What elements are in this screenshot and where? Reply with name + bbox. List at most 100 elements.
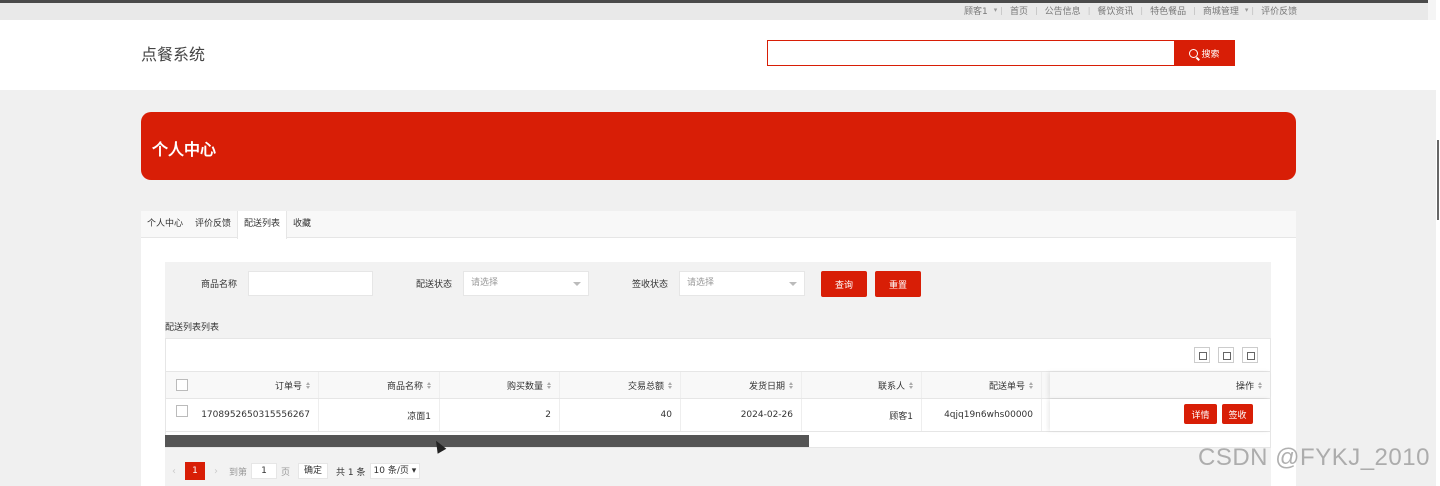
total-count: 共 1 条: [336, 467, 366, 478]
col-actions-label: 操作: [1235, 381, 1254, 392]
page-title: 个人中心: [152, 140, 217, 159]
topnav-notice[interactable]: 公告信息: [1041, 4, 1085, 17]
sort-icon[interactable]: [427, 381, 431, 389]
col-ship-date[interactable]: 发货日期: [681, 372, 802, 398]
cell-delivery-no: 4qjq19n6whs00000: [922, 399, 1042, 431]
window-right-edge: [1436, 0, 1440, 486]
horizontal-scrollbar[interactable]: [165, 435, 809, 447]
col-contact-label: 联系人: [877, 381, 905, 392]
topnav-feedback[interactable]: 评价反馈: [1257, 4, 1301, 17]
cell-quantity: 2: [440, 399, 560, 431]
delivery-table: 订单号 商品名称 购买数量 交易总额 发货日期 联系人 配送单号 操作 1708…: [165, 338, 1271, 448]
query-button[interactable]: 查询: [821, 271, 867, 297]
pagination: ‹ 1 › 到第 1 页 确定 共 1 条 10 条/页 ▾: [165, 462, 421, 480]
divider: |: [1251, 5, 1255, 15]
detail-button[interactable]: 详情: [1184, 404, 1217, 424]
sign-status-select[interactable]: 请选择: [679, 271, 805, 296]
col-product-name[interactable]: 商品名称: [319, 372, 440, 398]
sort-icon[interactable]: [1258, 381, 1262, 389]
col-delivery-no[interactable]: 配送单号: [922, 372, 1042, 398]
sort-icon[interactable]: [668, 381, 672, 389]
col-order-no[interactable]: 订单号: [198, 372, 319, 398]
sort-icon[interactable]: [909, 381, 913, 389]
page-size-value: 10 条/页: [373, 466, 409, 476]
site-logo[interactable]: 点餐系统: [141, 41, 205, 65]
main-panel: 个人中心 评价反馈 配送列表 收藏 商品名称 配送状态 请选择 签收状态 请选择…: [141, 211, 1296, 486]
select-all-checkbox[interactable]: [176, 379, 188, 391]
cell-ship-date: 2024-02-26: [681, 399, 802, 431]
table-header: 订单号 商品名称 购买数量 交易总额 发货日期 联系人 配送单号 操作: [166, 372, 1270, 399]
sort-icon[interactable]: [789, 381, 793, 389]
watermark: CSDN @FYKJ_2010: [1198, 444, 1430, 471]
goto-confirm-button[interactable]: 确定: [298, 463, 329, 479]
sign-status-value: 请选择: [687, 278, 715, 288]
row-checkbox[interactable]: [176, 405, 188, 417]
next-page-icon[interactable]: ›: [207, 466, 225, 477]
divider: |: [1140, 5, 1144, 15]
col-quantity-label: 购买数量: [506, 381, 543, 392]
export-icon[interactable]: [1218, 347, 1234, 363]
cell-product-name: 凉面1: [319, 399, 440, 431]
tab-delivery-list[interactable]: 配送列表: [237, 211, 288, 239]
sort-icon[interactable]: [306, 381, 310, 389]
delivery-status-label: 配送状态: [416, 280, 453, 290]
goto-label: 到第: [229, 467, 248, 478]
delivery-status-select[interactable]: 请选择: [463, 271, 589, 296]
divider: |: [1034, 5, 1038, 15]
topnav-home[interactable]: 首页: [1006, 4, 1032, 17]
col-order-no-label: 订单号: [274, 381, 302, 392]
search-button[interactable]: 搜索: [1174, 40, 1235, 66]
top-nav: 顾客1 ▾ | 首页 | 公告信息 | 餐饮资讯 | 特色餐品 | 商城管理 ▾ |…: [960, 4, 1301, 17]
page-size-select[interactable]: 10 条/页 ▾: [369, 463, 421, 479]
topnav-news[interactable]: 餐饮资讯: [1093, 4, 1137, 17]
topnav-user[interactable]: 顾客1: [960, 4, 992, 17]
row-actions-fixed: 详情 签收: [1050, 399, 1270, 431]
print-icon[interactable]: [1242, 347, 1258, 363]
tab-feedback[interactable]: 评价反馈: [189, 211, 237, 238]
search-icon: [1189, 48, 1199, 58]
chevron-down-icon: [573, 282, 581, 286]
topnav-specials[interactable]: 特色餐品: [1146, 4, 1190, 17]
cell-order-no: 1708952650315556267: [198, 399, 319, 431]
table-row: 1708952650315556267 凉面1 2 40 2024-02-26 …: [166, 399, 1270, 432]
sort-icon[interactable]: [1029, 381, 1033, 389]
search-button-label: 搜索: [1201, 49, 1220, 60]
divider: |: [1000, 5, 1003, 15]
list-title: 配送列表列表: [165, 323, 220, 333]
cell-contact: 顾客1: [802, 399, 922, 431]
col-product-name-label: 商品名称: [386, 381, 423, 392]
sort-icon[interactable]: [547, 381, 551, 389]
divider: |: [1193, 5, 1196, 15]
page-number-current[interactable]: 1: [185, 462, 205, 480]
col-total[interactable]: 交易总额: [560, 372, 681, 398]
page-banner: 个人中心: [141, 112, 1296, 180]
sign-status-label: 签收状态: [632, 280, 669, 290]
tab-favorites[interactable]: 收藏: [287, 211, 317, 238]
col-total-label: 交易总额: [627, 381, 664, 392]
prev-page-icon[interactable]: ‹: [165, 466, 183, 477]
site-header: 点餐系统 搜索: [0, 20, 1440, 90]
window-scrollbar[interactable]: [1437, 140, 1439, 220]
search-input[interactable]: [767, 40, 1175, 66]
cell-total: 40: [560, 399, 681, 431]
tab-bar: 个人中心 评价反馈 配送列表 收藏: [141, 211, 1296, 239]
delivery-status-value: 请选择: [471, 278, 499, 288]
delivery-list-section: 商品名称 配送状态 请选择 签收状态 请选择 查询 重置 配送列表列表 订单号 …: [165, 262, 1271, 486]
topnav-mall[interactable]: 商城管理: [1199, 4, 1243, 17]
col-actions[interactable]: 操作: [1050, 372, 1270, 398]
col-ship-date-label: 发货日期: [748, 381, 785, 392]
goto-page-input[interactable]: 1: [251, 463, 278, 479]
chevron-down-icon: [789, 282, 797, 286]
sign-button[interactable]: 签收: [1222, 404, 1253, 424]
col-delivery-no-label: 配送单号: [988, 381, 1025, 392]
col-actions-fixed: 操作: [1050, 372, 1270, 398]
page-unit-label: 页: [281, 467, 291, 478]
product-name-label: 商品名称: [201, 280, 238, 290]
table-toolbar: [166, 339, 1270, 372]
col-quantity[interactable]: 购买数量: [440, 372, 560, 398]
col-contact[interactable]: 联系人: [802, 372, 922, 398]
product-name-input[interactable]: [248, 271, 373, 296]
columns-filter-icon[interactable]: [1194, 347, 1210, 363]
tab-profile[interactable]: 个人中心: [141, 211, 189, 238]
reset-button[interactable]: 重置: [875, 271, 921, 297]
